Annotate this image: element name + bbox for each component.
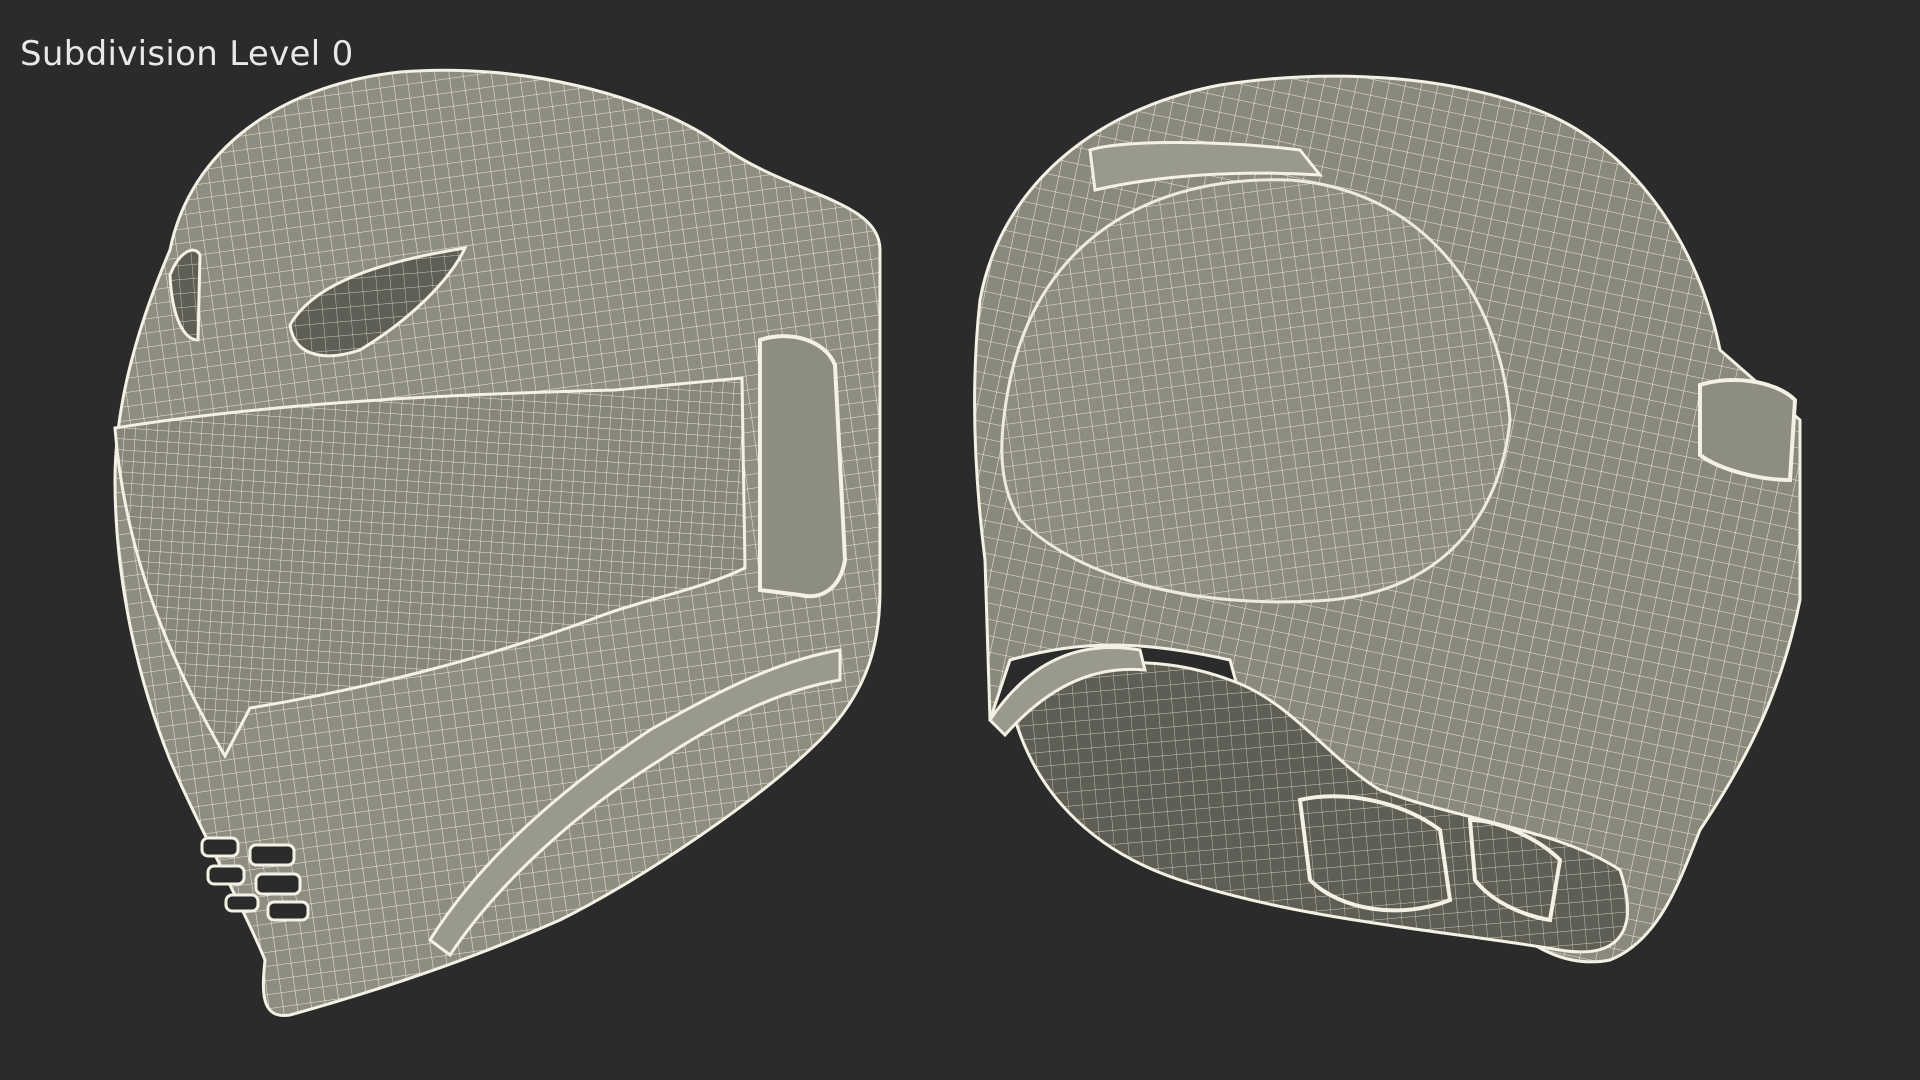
visor-pivot-plate <box>758 334 848 599</box>
helmet-rear-view <box>973 74 1802 964</box>
helmet-renders <box>113 68 1802 1017</box>
render-viewport: Subdivision Level 0 <box>0 0 1920 1080</box>
chin-vents <box>200 836 310 922</box>
helmet-front-view <box>113 68 882 1017</box>
rear-pivot-plate <box>1698 378 1798 483</box>
